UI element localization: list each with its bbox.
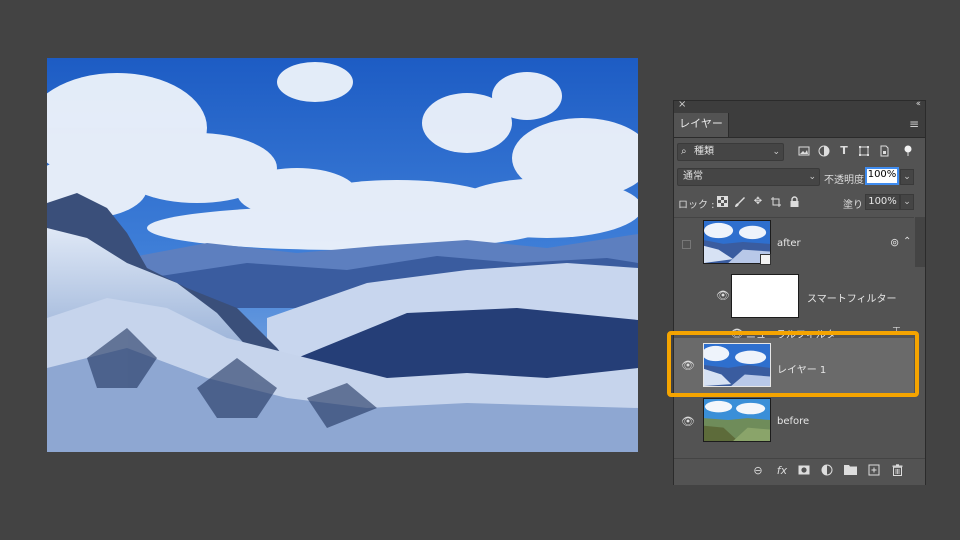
layer-thumbnail-layer-1 [703,343,771,387]
eye-icon[interactable]: 👁 [716,290,730,302]
lock-artboard-icon[interactable] [770,196,782,208]
layer-name[interactable]: レイヤー 1 [777,361,826,376]
visibility-toggle-off[interactable] [682,240,691,249]
lock-row: ロック : ✥ 塗り : 100% ⌄ [674,193,925,213]
layers-list: after ⊚ ⌃ 👁 スマートフィルター 👁 ニューラルフィルター ⊤ 👁 レ… [674,217,914,462]
filter-kind-select[interactable]: ⌕ 種類 ⌄ [677,143,784,161]
layer-row-smart-filter[interactable]: 👁 スマートフィルター [674,274,914,326]
opacity-input[interactable]: 100% [865,167,899,185]
layer-filter-row: ⌕ 種類 ⌄ T [674,141,925,163]
panel-menu-icon[interactable]: ≡ [909,117,919,131]
chevron-down-icon: ⌄ [808,172,816,182]
layers-bottom-bar: ⊖ fx [674,458,925,485]
smart-object-badge-icon [760,254,771,265]
filter-kind-value: 種類 [694,146,714,157]
eye-icon[interactable]: 👁 [681,360,695,372]
search-icon: ⌕ [681,146,687,157]
fx-icon[interactable]: fx [775,464,789,478]
close-icon[interactable]: × [678,99,686,110]
chevron-down-icon: ⌄ [772,147,780,157]
layer-row-before[interactable]: 👁 before [674,396,914,448]
lock-all-icon[interactable] [788,196,800,208]
lock-label: ロック : [678,200,715,211]
lock-pixels-icon[interactable] [734,196,746,208]
fill-dropdown[interactable]: ⌄ [900,194,914,210]
adjustment-layer-icon[interactable] [820,464,834,478]
lock-position-icon[interactable]: ✥ [752,196,764,208]
new-layer-icon[interactable] [867,464,881,478]
layers-scrollbar[interactable] [915,217,925,267]
smart-object-filter-icon[interactable] [878,145,890,157]
filter-toggle-icon[interactable] [902,145,914,157]
chevron-up-icon[interactable]: ⌃ [903,236,911,247]
layer-name[interactable]: スマートフィルター [807,290,897,305]
type-filter-icon[interactable]: T [838,145,850,157]
canvas-image[interactable] [47,58,638,452]
layers-panel: × ‹‹ レイヤー ≡ ⌕ 種類 ⌄ T 通常 ⌄ 不透明度: 100% ⌄ … [673,99,926,485]
image-filter-icon[interactable] [798,145,810,157]
blend-mode-select[interactable]: 通常 ⌄ [677,168,820,186]
smart-filter-icon[interactable]: ⊚ [890,236,899,249]
trash-icon[interactable] [890,464,904,478]
adjustment-filter-icon[interactable] [818,145,830,157]
filter-options-icon[interactable]: ⊤ [892,326,901,337]
link-layers-icon[interactable]: ⊖ [751,464,765,478]
layer-thumbnail-before [703,398,771,442]
opacity-label: 不透明度 : [824,175,871,186]
panel-tab-bar: レイヤー ≡ [674,113,925,138]
group-folder-icon[interactable] [843,464,857,478]
shape-filter-icon[interactable] [858,145,870,157]
layer-row-layer-1[interactable]: 👁 レイヤー 1 [674,338,914,394]
layer-name[interactable]: after [777,238,801,249]
layer-row-after[interactable]: after ⊚ ⌃ [674,218,914,274]
collapse-icon[interactable]: ‹‹ [916,99,921,109]
lock-transparency-icon[interactable] [716,196,728,208]
snowy-mountain-photo [47,58,638,452]
panel-title-bar: × ‹‹ [674,99,925,113]
eye-icon[interactable]: 👁 [681,416,695,428]
fill-input[interactable]: 100% [865,194,900,210]
layer-name[interactable]: before [777,416,809,427]
tab-layers[interactable]: レイヤー [674,113,729,137]
smart-filter-mask-thumbnail [731,274,799,318]
opacity-dropdown[interactable]: ⌄ [900,169,914,185]
blend-row: 通常 ⌄ 不透明度 : 100% ⌄ [674,167,925,189]
blend-mode-value: 通常 [683,171,703,182]
add-mask-icon[interactable] [797,464,811,478]
